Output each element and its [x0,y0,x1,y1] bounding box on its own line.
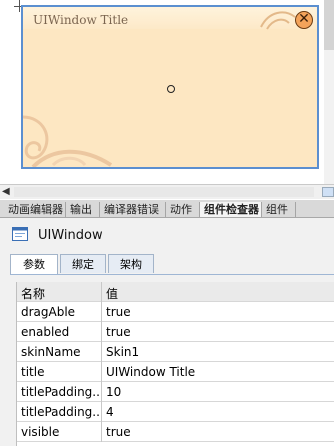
parameters-grid: 名称 值 dragAble true enabled true skinName… [16,282,334,446]
tab-schema[interactable]: 架构 [108,254,154,273]
ornament-corner-icon [23,115,113,167]
table-row[interactable]: enabled true [17,322,334,342]
column-divider [101,322,102,342]
property-value[interactable]: 10 [106,385,121,399]
table-row[interactable]: skinName Skin1 [17,342,334,362]
transform-point-marker[interactable] [167,85,175,93]
table-row[interactable]: titlePadding... 4 [17,402,334,422]
column-divider [101,342,102,362]
property-value[interactable]: true [106,325,131,339]
table-row[interactable]: titlePadding... 10 [17,382,334,402]
tab-motion-editor[interactable]: 动画编辑器 [4,202,66,217]
table-row[interactable]: visible true [17,422,334,442]
column-header-value[interactable]: 值 [106,285,118,302]
property-name: enabled [21,325,70,339]
tab-bindings[interactable]: 绑定 [60,254,106,273]
component-name: UIWindow [38,228,103,243]
property-value[interactable]: true [106,305,131,319]
tab-parameters[interactable]: 参数 [10,254,58,274]
property-name: titlePadding... [21,385,101,399]
vertical-scrollbar-thumb[interactable] [324,0,334,50]
property-name: visible [21,425,60,439]
property-value[interactable]: 4 [106,405,114,419]
horizontal-scrollbar-track[interactable] [14,187,314,197]
close-icon: ✕ [298,11,310,27]
column-divider[interactable] [101,282,102,302]
uiwindow-preview[interactable]: UIWindow Title ✕ [21,5,319,169]
column-divider [101,402,102,422]
ornament-swirl-icon [260,11,296,30]
panel-tab-bar: 动画编辑器 输出 编译器错误 动作 组件检查器 组件 [0,200,334,218]
property-name: skinName [21,345,81,359]
tab-actions[interactable]: 动作 [166,202,200,217]
property-name: title [21,365,45,379]
property-value[interactable]: UIWindow Title [106,365,195,379]
horizontal-scrollbar-thumb[interactable] [322,187,334,197]
uiwindow-title: UIWindow Title [33,13,129,27]
inspector-sub-tabs: 参数 绑定 架构 [10,252,334,275]
tab-output[interactable]: 输出 [66,202,100,217]
tab-components[interactable]: 组件 [262,202,296,217]
column-divider [101,382,102,402]
property-value[interactable]: true [106,425,131,439]
scroll-left-icon[interactable]: ◀ [2,186,10,197]
column-divider [101,302,102,322]
grid-header-row: 名称 值 [17,282,334,302]
property-name: dragAble [21,305,76,319]
horizontal-scrollbar[interactable]: ◀ [0,184,334,199]
stage-canvas[interactable]: UIWindow Title ✕ [0,0,334,184]
property-name: titlePadding... [21,405,101,419]
column-divider [101,362,102,382]
component-inspector-panel: UIWindow 参数 绑定 架构 名称 值 dragAble true ena… [0,218,334,446]
window-icon [12,227,28,241]
tab-component-inspector[interactable]: 组件检查器 [200,202,262,217]
column-header-name[interactable]: 名称 [21,285,101,302]
table-row[interactable]: dragAble true [17,302,334,322]
registration-crosshair-vertical [19,0,20,12]
close-button[interactable]: ✕ [295,11,313,29]
table-row[interactable]: title UIWindow Title [17,362,334,382]
property-value[interactable]: Skin1 [106,345,139,359]
column-divider [101,422,102,442]
tab-compiler-errors[interactable]: 编译器错误 [100,202,166,217]
